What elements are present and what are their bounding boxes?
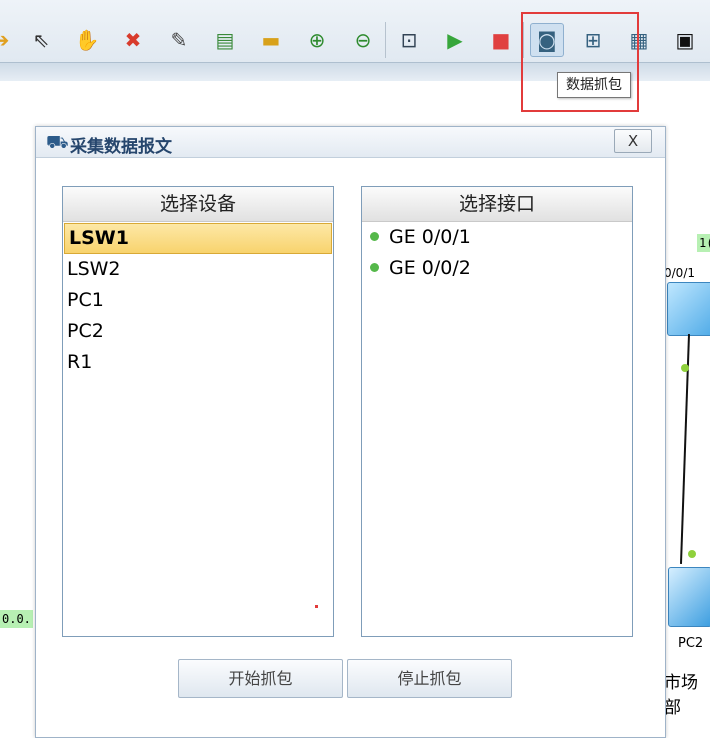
pc2-label: PC2: [678, 636, 704, 651]
interface-item[interactable]: GE 0/0/2: [362, 253, 632, 284]
link-status-dot: [688, 550, 696, 558]
erase-icon[interactable]: ✎: [162, 23, 196, 57]
capture-tooltip: 数据抓包: [557, 72, 631, 98]
interface-panel: 选择接口 GE 0/0/1 GE 0/0/2: [361, 186, 633, 637]
device-item-lsw2[interactable]: LSW2: [63, 254, 333, 285]
rectangle-icon[interactable]: ▬: [254, 23, 288, 57]
device-panel: 选择设备 LSW1 LSW2 PC1 PC2 R1: [62, 186, 334, 637]
capture-app-icon: ⛟: [46, 132, 69, 153]
capture-dialog: ⛟ 采集数据报文 X 选择设备 LSW1 LSW2 PC1 PC2 R1 选择接…: [35, 126, 666, 738]
interface-panel-header: 选择接口: [362, 187, 632, 222]
port-label: 0/0/1: [664, 266, 695, 280]
zoom-in-icon[interactable]: ⊕: [300, 23, 334, 57]
pc-icon[interactable]: [668, 567, 710, 627]
pointer-icon[interactable]: ⇖: [24, 23, 58, 57]
close-button[interactable]: X: [614, 129, 652, 153]
status-dot-icon: [370, 263, 379, 272]
hand-icon[interactable]: ✋: [70, 23, 104, 57]
stop-capture-button[interactable]: 停止抓包: [347, 659, 512, 698]
device-item-pc2[interactable]: PC2: [63, 316, 333, 347]
dialog-titlebar: ⛟ 采集数据报文 X: [36, 127, 665, 158]
device-panel-header: 选择设备: [63, 187, 333, 222]
stop-icon[interactable]: ■: [484, 23, 518, 57]
interface-label: GE 0/0/1: [389, 226, 471, 248]
device-item-lsw1[interactable]: LSW1: [64, 223, 332, 254]
arrow-icon[interactable]: ➔: [0, 23, 18, 57]
device-item-pc1[interactable]: PC1: [63, 285, 333, 316]
red-marker: [315, 605, 318, 608]
zone-label: 市场部: [664, 673, 698, 718]
note-icon[interactable]: ▤: [208, 23, 242, 57]
status-dot-icon: [370, 232, 379, 241]
delete-icon[interactable]: ✖: [116, 23, 150, 57]
fit-icon[interactable]: ⊡: [392, 23, 426, 57]
start-icon[interactable]: ▶: [438, 23, 472, 57]
ip-tag-right: 1(: [697, 234, 710, 252]
screenshot-icon[interactable]: ▣: [668, 23, 702, 57]
link-status-dot: [681, 364, 689, 372]
ip-tag-left: 0.0.: [0, 610, 33, 628]
dialog-title: 采集数据报文: [70, 137, 172, 157]
zoom-out-icon[interactable]: ⊖: [346, 23, 380, 57]
interface-label: GE 0/0/2: [389, 257, 471, 279]
toolbar-separator: [385, 22, 386, 58]
device-item-r1[interactable]: R1: [63, 347, 333, 378]
interface-item[interactable]: GE 0/0/1: [362, 222, 632, 253]
switch-icon[interactable]: [667, 282, 710, 336]
start-capture-button[interactable]: 开始抓包: [178, 659, 343, 698]
